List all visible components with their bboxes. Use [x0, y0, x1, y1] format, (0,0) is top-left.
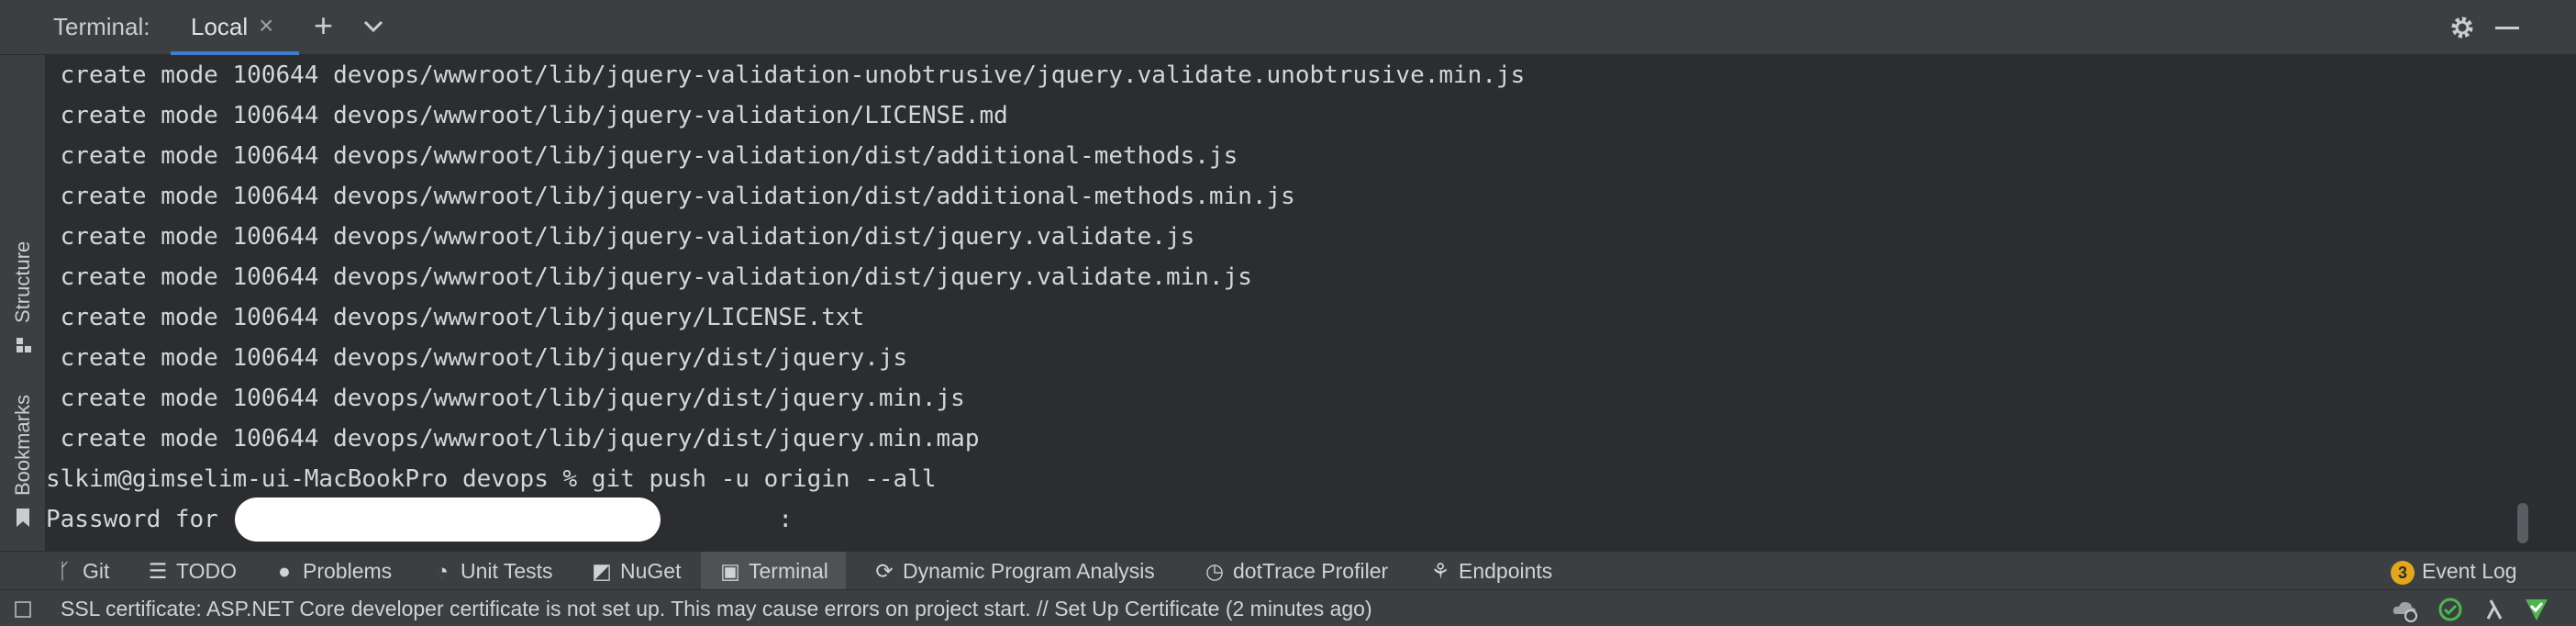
lambda-icon[interactable]	[2481, 596, 2508, 623]
terminal-output[interactable]: create mode 100644 devops/wwwroot/lib/jq…	[46, 55, 2514, 551]
terminal-line: create mode 100644 devops/wwwroot/lib/jq…	[46, 102, 1008, 129]
tool-label: Dynamic Program Analysis	[903, 559, 1155, 583]
git-branch-icon: ᚴ	[58, 559, 71, 583]
profiler-icon: ◷	[1205, 559, 1225, 583]
bookmarks-tab[interactable]: Bookmarks	[11, 395, 35, 496]
left-tool-strip: Structure Bookmarks	[0, 55, 46, 551]
chevron-down-icon[interactable]	[360, 13, 387, 40]
terminal-line: create mode 100644 devops/wwwroot/lib/jq…	[46, 344, 908, 372]
terminal-line: create mode 100644 devops/wwwroot/lib/jq…	[46, 425, 980, 453]
tool-label: TODO	[176, 559, 238, 583]
tool-label: Git	[83, 559, 110, 583]
nuget-icon: ◩	[592, 559, 612, 583]
terminal-prompt-line: slkim@gimselim-ui-MacBookPro devops % gi…	[46, 465, 937, 493]
tool-label: Problems	[303, 559, 393, 583]
cloud-sync-icon[interactable]	[2391, 596, 2418, 623]
terminal-scrollbar[interactable]	[2514, 55, 2550, 551]
tab-local[interactable]: Local ×	[171, 0, 299, 55]
tool-terminal[interactable]: ▣ Terminal	[701, 552, 846, 590]
inspection-shield-icon[interactable]	[2523, 596, 2550, 623]
close-icon[interactable]: ×	[259, 11, 273, 40]
list-icon: ☰	[148, 559, 168, 583]
status-bar: SSL certificate: ASP.NET Core developer …	[0, 589, 2576, 626]
terminal-line: create mode 100644 devops/wwwroot/lib/jq…	[46, 61, 1526, 89]
tool-label: dotTrace Profiler	[1233, 559, 1389, 583]
new-tab-button[interactable]: +	[314, 7, 333, 44]
terminal-icon: ▣	[720, 559, 740, 583]
problems-icon: ●	[278, 559, 291, 583]
redacted-username	[235, 497, 661, 542]
structure-tab[interactable]: Structure	[11, 241, 35, 323]
scrollbar-thumb[interactable]	[2517, 503, 2528, 543]
endpoints-icon: ⚘	[1430, 559, 1450, 583]
tool-todo[interactable]: ☰ TODO	[147, 552, 237, 590]
check-circle-icon[interactable]	[2437, 596, 2464, 623]
terminal-line: create mode 100644 devops/wwwroot/lib/jq…	[46, 142, 1238, 170]
tool-endpoints[interactable]: ⚘ Endpoints	[1429, 552, 1553, 590]
analysis-icon: ⟳	[875, 559, 894, 583]
terminal-line: create mode 100644 devops/wwwroot/lib/jq…	[46, 385, 965, 412]
tool-dottrace-profiler[interactable]: ◷ dotTrace Profiler	[1204, 552, 1388, 590]
tab-label: Local	[191, 13, 249, 40]
terminal-header: Terminal: Local × +	[0, 0, 2576, 55]
tool-label: NuGet	[620, 559, 682, 583]
tool-label: Terminal	[749, 559, 828, 583]
gear-icon[interactable]	[2448, 13, 2477, 42]
structure-icon	[17, 338, 31, 352]
event-log-button[interactable]: 3 Event Log	[2391, 552, 2517, 590]
status-message[interactable]: SSL certificate: ASP.NET Core developer …	[61, 597, 1372, 621]
panel-title: Terminal:	[53, 13, 150, 40]
event-count-badge: 3	[2391, 561, 2415, 585]
terminal-line: create mode 100644 devops/wwwroot/lib/jq…	[46, 304, 865, 331]
terminal-line: create mode 100644 devops/wwwroot/lib/jq…	[46, 263, 1252, 291]
tool-windows-toggle-icon[interactable]	[15, 601, 31, 618]
terminal-line: create mode 100644 devops/wwwroot/lib/jq…	[46, 183, 1295, 210]
tool-git[interactable]: ᚴ Git	[53, 552, 109, 590]
bookmark-icon	[17, 509, 29, 527]
unit-tests-icon: ◔	[436, 559, 449, 583]
terminal-line: create mode 100644 devops/wwwroot/lib/jq…	[46, 223, 1195, 251]
tool-label: Unit Tests	[461, 559, 553, 583]
event-log-label: Event Log	[2422, 559, 2517, 583]
tool-dynamic-program-analysis[interactable]: ⟳ Dynamic Program Analysis	[873, 552, 1155, 590]
tool-label: Endpoints	[1459, 559, 1553, 583]
tool-window-bar: ᚴ Git ☰ TODO ● Problems ◔ Unit Tests ◩ NuGet …	[0, 551, 2576, 590]
tool-problems[interactable]: ● Problems	[273, 552, 392, 590]
tool-unit-tests[interactable]: ◔ Unit Tests	[431, 552, 553, 590]
minimize-button[interactable]	[2495, 27, 2519, 29]
tool-nuget[interactable]: ◩ NuGet	[591, 552, 681, 590]
